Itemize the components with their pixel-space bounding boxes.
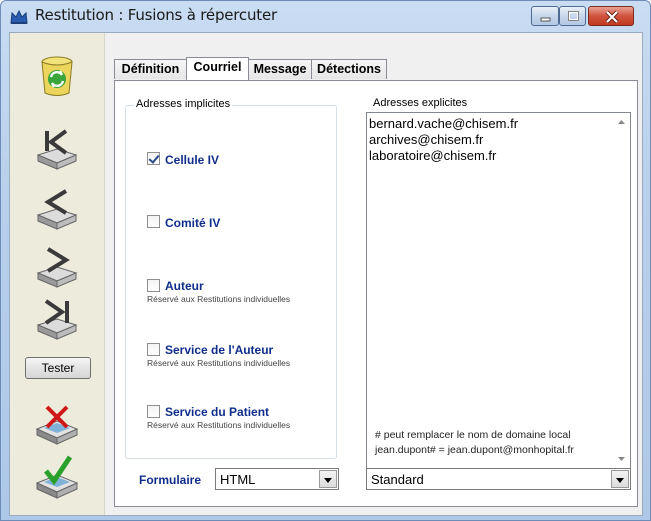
move-first-icon[interactable] xyxy=(34,125,80,171)
client-area: Tester Définition Courriel Message Détec xyxy=(9,32,643,516)
move-next-icon[interactable] xyxy=(34,243,80,289)
checkbox-service-auteur[interactable] xyxy=(147,343,160,356)
title-bar[interactable]: Restitution : Fusions à répercuter xyxy=(1,1,650,31)
note-service-auteur: Réservé aux Restitutions individuelles xyxy=(147,358,291,368)
note-auteur: Réservé aux Restitutions individuelles xyxy=(147,294,291,304)
label-service-patient: Service du Patient xyxy=(165,405,270,419)
minimize-icon xyxy=(540,17,551,22)
implicit-addresses-group: Adresses implicites Cellule IV Comité IV… xyxy=(125,98,337,459)
chevron-down-icon[interactable] xyxy=(611,470,629,488)
explicit-group-title: Adresses explicites xyxy=(373,97,468,109)
tab-definition[interactable]: Définition xyxy=(114,59,187,79)
note-service-patient: Réservé aux Restitutions individuelles xyxy=(147,420,291,430)
scroll-up-icon xyxy=(618,120,625,124)
side-toolbar: Tester xyxy=(10,33,105,515)
label-cellule-iv: Cellule IV xyxy=(165,153,220,167)
label-comite-iv: Comité IV xyxy=(165,216,221,230)
implicit-group-title: Adresses implicites xyxy=(134,98,233,110)
validate-icon[interactable] xyxy=(34,453,80,499)
template-select[interactable]: Standard xyxy=(366,468,631,490)
checkbox-comite-iv[interactable] xyxy=(147,215,160,228)
tester-button[interactable]: Tester xyxy=(25,357,91,379)
app-window: Restitution : Fusions à répercuter Teste… xyxy=(0,0,651,521)
chevron-down-icon[interactable] xyxy=(319,470,337,488)
cancel-icon[interactable] xyxy=(34,399,80,445)
maximize-icon xyxy=(568,11,579,21)
address-line: laboratoire@chisem.fr xyxy=(369,148,497,163)
explicit-addresses-textarea[interactable]: bernard.vache@chisem.fr archives@chisem.… xyxy=(366,112,631,469)
formulaire-label: Formulaire xyxy=(139,473,202,487)
domain-hint-line1: # peut remplacer le nom de domaine local xyxy=(375,429,571,441)
minimize-button[interactable] xyxy=(531,6,559,26)
format-select-value: HTML xyxy=(220,472,256,487)
close-button[interactable] xyxy=(588,6,634,26)
template-select-value: Standard xyxy=(371,472,424,487)
close-icon xyxy=(605,10,619,24)
window-title: Restitution : Fusions à répercuter xyxy=(35,6,277,24)
checkbox-auteur[interactable] xyxy=(147,279,160,292)
label-auteur: Auteur xyxy=(165,279,204,293)
move-previous-icon[interactable] xyxy=(34,185,80,231)
tab-detections[interactable]: Détections xyxy=(311,59,387,79)
address-line: archives@chisem.fr xyxy=(369,132,484,147)
maximize-button[interactable] xyxy=(559,6,586,26)
move-last-icon[interactable] xyxy=(34,295,80,341)
address-line: bernard.vache@chisem.fr xyxy=(369,116,519,131)
domain-hint-line2: jean.dupont# = jean.dupont@monhopital.fr xyxy=(375,444,574,456)
crown-app-icon xyxy=(10,9,28,24)
checkbox-service-patient[interactable] xyxy=(147,405,160,418)
tab-courriel[interactable]: Courriel xyxy=(186,57,249,80)
scroll-down-icon xyxy=(618,457,625,461)
refresh-icon[interactable] xyxy=(34,53,80,99)
checkbox-cellule-iv[interactable] xyxy=(147,152,160,165)
tab-message[interactable]: Message xyxy=(248,59,312,79)
label-service-auteur: Service de l'Auteur xyxy=(165,343,274,357)
vertical-scrollbar[interactable] xyxy=(613,113,630,468)
format-select[interactable]: HTML xyxy=(215,468,339,490)
courriel-panel: Adresses implicites Cellule IV Comité IV… xyxy=(114,80,638,507)
